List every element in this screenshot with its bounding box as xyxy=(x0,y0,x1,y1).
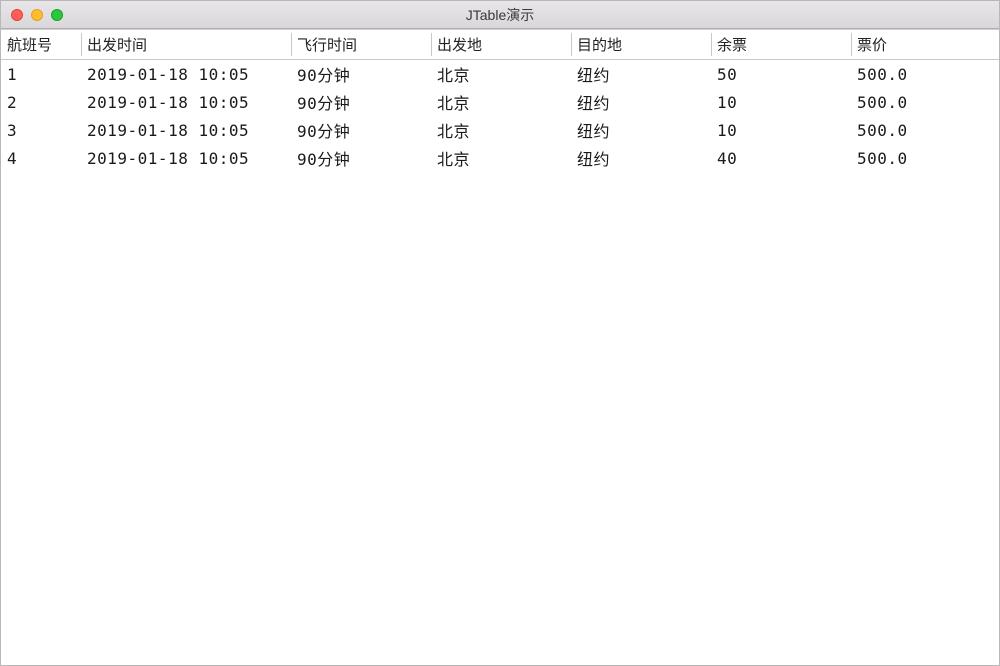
close-icon[interactable] xyxy=(11,9,23,21)
cell-price[interactable]: 500.0 xyxy=(851,88,999,116)
cell-flight-no[interactable]: 1 xyxy=(1,60,81,89)
column-header-depart-time[interactable]: 出发时间 xyxy=(81,30,291,60)
cell-seats-left[interactable]: 50 xyxy=(711,60,851,89)
cell-price[interactable]: 500.0 xyxy=(851,116,999,144)
cell-duration[interactable]: 90分钟 xyxy=(291,60,431,89)
cell-origin[interactable]: 北京 xyxy=(431,60,571,89)
titlebar[interactable]: JTable演示 xyxy=(1,1,999,29)
cell-flight-no[interactable]: 4 xyxy=(1,144,81,172)
window-title: JTable演示 xyxy=(1,5,999,25)
column-header-price[interactable]: 票价 xyxy=(851,30,999,60)
cell-destination[interactable]: 纽约 xyxy=(571,116,711,144)
cell-depart-time[interactable]: 2019-01-18 10:05 xyxy=(81,88,291,116)
app-window: JTable演示 航班号 出发时间 飞行时间 出发地 目的地 余票 票价 xyxy=(0,0,1000,666)
cell-destination[interactable]: 纽约 xyxy=(571,144,711,172)
cell-flight-no[interactable]: 2 xyxy=(1,88,81,116)
column-header-duration[interactable]: 飞行时间 xyxy=(291,30,431,60)
table-header-row: 航班号 出发时间 飞行时间 出发地 目的地 余票 票价 xyxy=(1,30,999,60)
cell-destination[interactable]: 纽约 xyxy=(571,88,711,116)
column-header-flight-no[interactable]: 航班号 xyxy=(1,30,81,60)
cell-origin[interactable]: 北京 xyxy=(431,144,571,172)
cell-depart-time[interactable]: 2019-01-18 10:05 xyxy=(81,60,291,89)
cell-flight-no[interactable]: 3 xyxy=(1,116,81,144)
cell-origin[interactable]: 北京 xyxy=(431,88,571,116)
cell-duration[interactable]: 90分钟 xyxy=(291,144,431,172)
cell-seats-left[interactable]: 40 xyxy=(711,144,851,172)
maximize-icon[interactable] xyxy=(51,9,63,21)
cell-price[interactable]: 500.0 xyxy=(851,60,999,89)
window-controls xyxy=(11,9,63,21)
minimize-icon[interactable] xyxy=(31,9,43,21)
cell-depart-time[interactable]: 2019-01-18 10:05 xyxy=(81,116,291,144)
table-row[interactable]: 1 2019-01-18 10:05 90分钟 北京 纽约 50 500.0 xyxy=(1,60,999,89)
cell-seats-left[interactable]: 10 xyxy=(711,116,851,144)
cell-destination[interactable]: 纽约 xyxy=(571,60,711,89)
cell-price[interactable]: 500.0 xyxy=(851,144,999,172)
cell-duration[interactable]: 90分钟 xyxy=(291,116,431,144)
cell-depart-time[interactable]: 2019-01-18 10:05 xyxy=(81,144,291,172)
column-header-seats-left[interactable]: 余票 xyxy=(711,30,851,60)
table-row[interactable]: 4 2019-01-18 10:05 90分钟 北京 纽约 40 500.0 xyxy=(1,144,999,172)
cell-seats-left[interactable]: 10 xyxy=(711,88,851,116)
table-scrollpane[interactable]: 航班号 出发时间 飞行时间 出发地 目的地 余票 票价 1 2019-01-18… xyxy=(1,29,999,665)
table-row[interactable]: 2 2019-01-18 10:05 90分钟 北京 纽约 10 500.0 xyxy=(1,88,999,116)
table-row[interactable]: 3 2019-01-18 10:05 90分钟 北京 纽约 10 500.0 xyxy=(1,116,999,144)
column-header-destination[interactable]: 目的地 xyxy=(571,30,711,60)
cell-duration[interactable]: 90分钟 xyxy=(291,88,431,116)
cell-origin[interactable]: 北京 xyxy=(431,116,571,144)
column-header-origin[interactable]: 出发地 xyxy=(431,30,571,60)
flights-table[interactable]: 航班号 出发时间 飞行时间 出发地 目的地 余票 票价 1 2019-01-18… xyxy=(1,30,999,172)
